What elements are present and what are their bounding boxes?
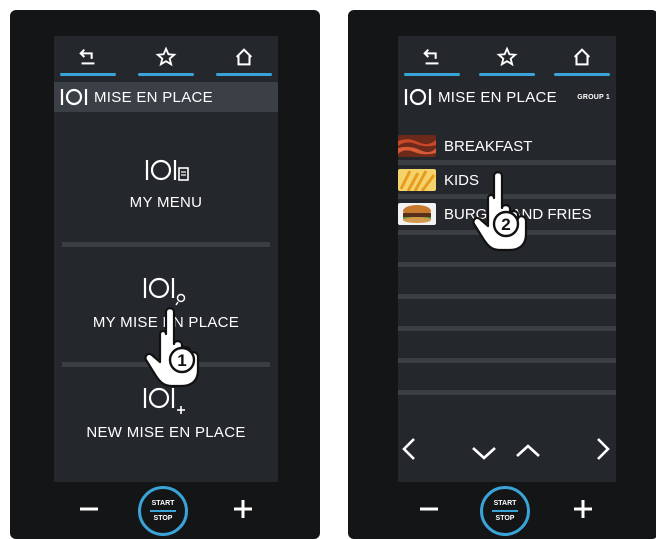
plus-icon[interactable] bbox=[228, 494, 258, 524]
star-icon bbox=[155, 46, 177, 67]
screen-1: MISE EN PLACE MY MENU MY MISE EN PLACE N… bbox=[54, 36, 278, 482]
page-title: MISE EN PLACE bbox=[438, 88, 557, 106]
back-button[interactable] bbox=[56, 36, 120, 78]
row-divider bbox=[398, 390, 616, 395]
my-menu-label: MY MENU bbox=[129, 194, 203, 211]
device-panel-2: MISE EN PLACE GROUP 1 BREAKFAST KIDS BUR… bbox=[348, 10, 656, 539]
pagination-controls bbox=[398, 434, 616, 474]
start-label: START bbox=[493, 500, 517, 508]
bacon-thumbnail bbox=[398, 135, 436, 157]
my-mise-en-place-icon bbox=[143, 277, 186, 306]
chevron-up-icon[interactable] bbox=[514, 442, 542, 460]
top-bar bbox=[398, 36, 616, 78]
home-button[interactable] bbox=[212, 36, 276, 78]
page-header: MISE EN PLACE GROUP 1 bbox=[398, 82, 616, 112]
list-item-burger-and-fries[interactable]: BURGER AND FRIES bbox=[398, 202, 616, 226]
list-item-label: KIDS bbox=[444, 171, 480, 189]
back-icon bbox=[423, 48, 439, 65]
bottom-controls: START STOP bbox=[10, 486, 320, 536]
page-title: MISE EN PLACE bbox=[94, 88, 213, 106]
back-button[interactable] bbox=[400, 36, 464, 78]
my-mise-en-place-button[interactable]: MY MISE EN PLACE bbox=[54, 272, 278, 331]
plus-icon[interactable] bbox=[568, 494, 598, 524]
top-bar bbox=[54, 36, 278, 78]
new-mise-en-place-label: NEW MISE EN PLACE bbox=[86, 424, 246, 441]
back-icon bbox=[79, 48, 95, 65]
row-divider bbox=[398, 194, 616, 199]
my-menu-icon bbox=[145, 159, 189, 181]
row-divider bbox=[398, 358, 616, 363]
stop-label: STOP bbox=[495, 514, 515, 522]
burger-thumbnail bbox=[398, 203, 436, 225]
chevron-right-icon[interactable] bbox=[594, 436, 612, 462]
divider bbox=[62, 362, 270, 367]
chevron-left-icon[interactable] bbox=[400, 436, 418, 462]
list-item-label: BREAKFAST bbox=[444, 137, 533, 155]
device-panel-1: MISE EN PLACE MY MENU MY MISE EN PLACE N… bbox=[10, 10, 320, 539]
bottom-controls: START STOP bbox=[348, 486, 656, 536]
divider bbox=[62, 242, 270, 247]
row-divider bbox=[398, 262, 616, 267]
home-button[interactable] bbox=[550, 36, 614, 78]
list-item-kids[interactable]: KIDS bbox=[398, 168, 616, 192]
my-mise-en-place-label: MY MISE EN PLACE bbox=[92, 314, 240, 331]
row-divider bbox=[398, 326, 616, 331]
star-icon bbox=[496, 46, 518, 67]
start-label: START bbox=[151, 500, 175, 508]
favorites-button[interactable] bbox=[134, 36, 198, 78]
screen-2: MISE EN PLACE GROUP 1 BREAKFAST KIDS BUR… bbox=[398, 36, 616, 482]
favorites-button[interactable] bbox=[475, 36, 539, 78]
list-item-label: BURGER AND FRIES bbox=[444, 205, 592, 223]
start-stop-button[interactable]: START STOP bbox=[480, 486, 530, 536]
chevron-down-icon[interactable] bbox=[470, 444, 498, 462]
row-divider bbox=[398, 230, 616, 235]
fries-thumbnail bbox=[398, 169, 436, 191]
my-menu-button[interactable]: MY MENU bbox=[54, 154, 278, 211]
row-divider bbox=[398, 160, 616, 165]
home-icon bbox=[235, 48, 253, 66]
mise-en-place-icon bbox=[60, 88, 88, 106]
list-item-breakfast[interactable]: BREAKFAST bbox=[398, 134, 616, 158]
home-icon bbox=[573, 48, 591, 66]
group-label: GROUP 1 bbox=[577, 93, 610, 101]
page-header: MISE EN PLACE bbox=[54, 82, 278, 112]
stop-label: STOP bbox=[153, 514, 173, 522]
mise-en-place-icon bbox=[404, 88, 432, 106]
start-stop-button[interactable]: START STOP bbox=[138, 486, 188, 536]
minus-icon[interactable] bbox=[414, 494, 444, 524]
new-mise-en-place-button[interactable]: NEW MISE EN PLACE bbox=[54, 382, 278, 441]
row-divider bbox=[398, 294, 616, 299]
minus-icon[interactable] bbox=[74, 494, 104, 524]
new-mise-en-place-icon bbox=[143, 387, 185, 414]
